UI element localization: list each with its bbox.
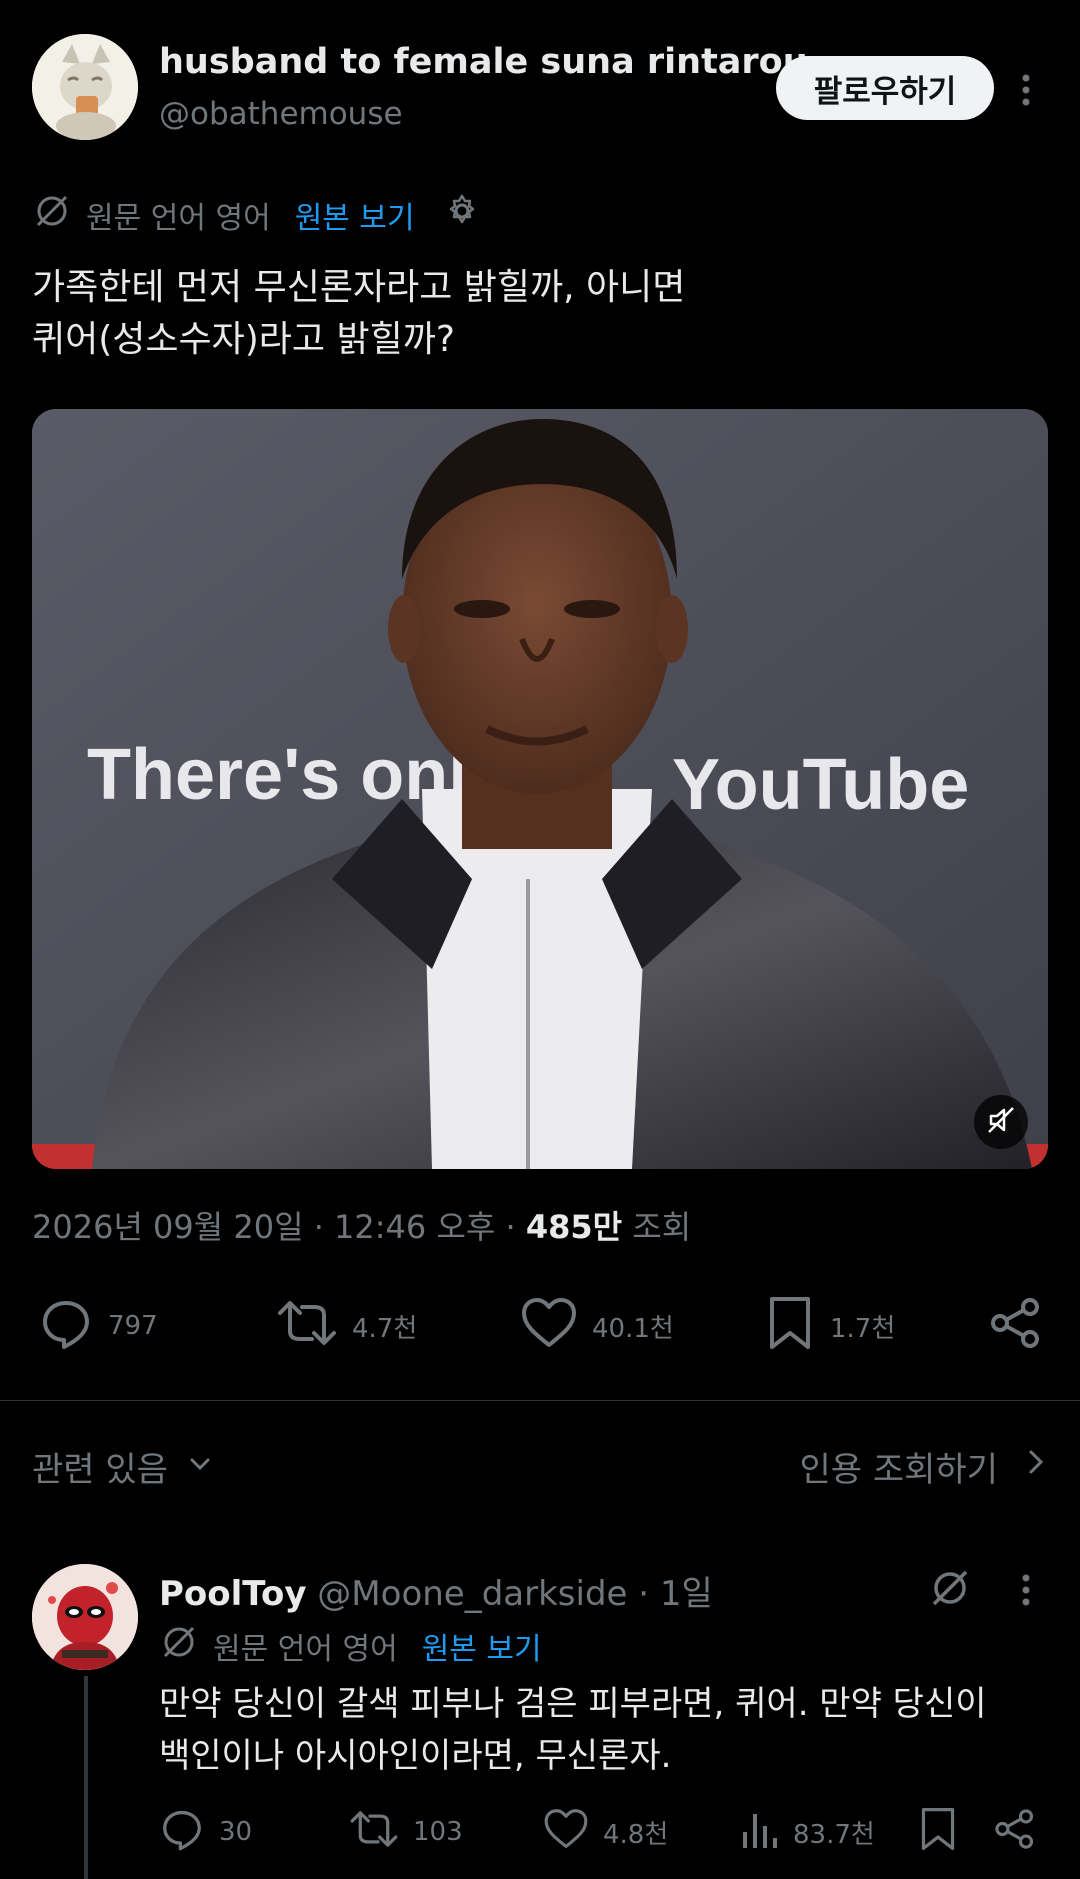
reply-reply-count: 30 [219,1817,253,1847]
translate-icon [32,191,72,239]
repost-count: 4.7천 [352,1313,418,1344]
author-handle[interactable]: @obathemouse [159,96,403,132]
reply-source-language-label: 원문 언어 영어 [213,1632,398,1667]
reply-share-button[interactable] [993,1804,1037,1860]
reply-time[interactable]: · 1일 [627,1574,713,1614]
mute-toggle[interactable] [974,1095,1028,1149]
reply-action-bar: 30 103 4.8천 83.7천 [159,1804,1039,1860]
reply-icon [159,1806,205,1859]
related-label: 관련 있음 [32,1450,168,1490]
translation-row: 원문 언어 영어 원본 보기 [32,193,481,237]
reply-bookmark-button[interactable] [917,1804,959,1860]
share-icon [993,1806,1037,1859]
author-display-name[interactable]: husband to female suna rintarou [159,42,808,82]
reply-avatar[interactable] [32,1564,138,1670]
translate-icon [159,1622,199,1670]
backdrop-text-right: YouTube [672,745,969,825]
chevron-right-icon [1024,1446,1048,1487]
repost-icon [276,1295,338,1358]
reply-repost-button[interactable]: 103 [349,1804,463,1860]
view-quotes-link[interactable]: 인용 조회하기 [800,1442,1049,1491]
reply-like-count: 4.8천 [603,1819,669,1850]
reply-reply-button[interactable]: 30 [159,1804,252,1860]
grok-icon[interactable] [928,1566,972,1610]
post-timestamp: 2026년 09월 20일 · 12:46 오후 · [32,1208,526,1246]
reply-more-icon[interactable] [1016,1570,1036,1610]
reply-avatar-illustration [32,1564,138,1670]
reply-count: 797 [108,1311,158,1341]
video-frame: There's onl YouTube [32,409,1048,1169]
more-options-icon[interactable] [1016,70,1036,110]
chevron-down-icon [186,1447,214,1487]
reply-views-button[interactable]: 83.7천 [739,1804,875,1860]
bookmark-button[interactable]: 1.7천 [764,1296,895,1356]
reply-view-original-link[interactable]: 원본 보기 [422,1624,542,1668]
share-icon [988,1295,1044,1358]
like-button[interactable]: 40.1천 [520,1296,674,1356]
view-count[interactable]: 485만 [526,1208,622,1246]
author-avatar[interactable] [32,34,138,140]
post-meta: 2026년 09월 20일 · 12:46 오후 · 485만 조회 [32,1202,691,1248]
reply-author-handle[interactable]: @Moone_darkside [307,1574,627,1614]
reply-text: 만약 당신이 갈색 피부나 검은 피부라면, 퀴어. 만약 당신이 백인이나 아… [159,1684,987,1776]
repost-icon [349,1806,399,1859]
related-sort-toggle[interactable]: 관련 있음 [32,1442,214,1491]
avatar-illustration [32,34,138,140]
bar-chart-icon [739,1806,779,1859]
repost-button[interactable]: 4.7천 [276,1296,417,1356]
source-language-label: 원문 언어 영어 [86,201,271,236]
post-text: 가족한테 먼저 무신론자라고 밝힐까, 아니면 퀴어(성소수자)라고 밝힐까? [32,267,686,360]
reply-header: PoolToy @Moone_darkside · 1일 [159,1566,713,1615]
heart-icon [520,1295,578,1358]
heart-icon [543,1806,589,1859]
bookmark-count: 1.7천 [830,1313,896,1344]
gear-icon[interactable] [443,192,481,238]
view-label: 조회 [622,1208,692,1246]
thread-connector [84,1676,88,1879]
reply-view-count: 83.7천 [793,1819,875,1850]
reply-icon [38,1295,94,1358]
reply-translation-row: 원문 언어 영어 원본 보기 [159,1624,542,1668]
follow-button[interactable]: 팔로우하기 [776,56,994,120]
view-quotes-label: 인용 조회하기 [799,1450,999,1490]
post-media-video[interactable]: There's onl YouTube [32,409,1048,1169]
bookmark-icon [764,1295,816,1358]
bookmark-icon [917,1806,959,1859]
reply-author-name[interactable]: PoolToy [159,1574,307,1614]
share-button[interactable] [988,1296,1044,1356]
reply-like-button[interactable]: 4.8천 [543,1804,668,1860]
section-divider [0,1400,1080,1401]
reply-repost-count: 103 [413,1817,463,1847]
reply-button[interactable]: 797 [38,1296,158,1356]
like-count: 40.1천 [592,1313,674,1344]
speaker-muted-icon [985,1104,1017,1140]
post-action-bar: 797 4.7천 40.1천 1.7천 [32,1296,1048,1356]
backdrop-text-left: There's onl [87,735,468,815]
view-original-link[interactable]: 원본 보기 [295,193,415,237]
